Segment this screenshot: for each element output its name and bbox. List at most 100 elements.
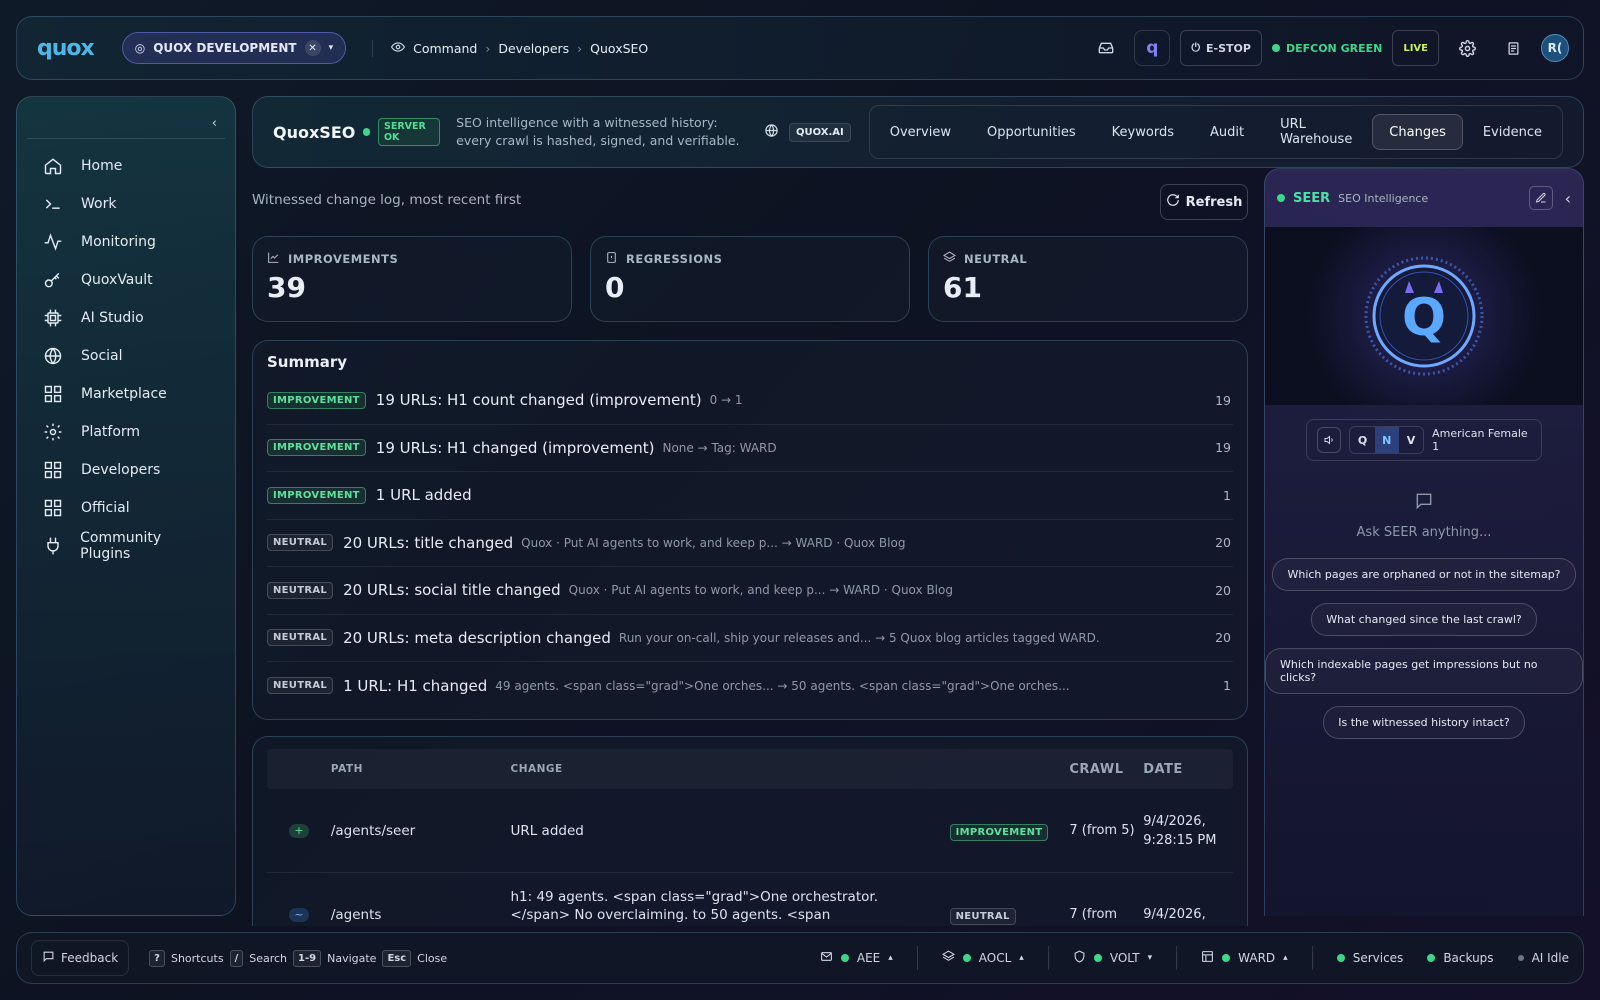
voice-mode-n[interactable]: N (1374, 427, 1399, 453)
tab-audit[interactable]: Audit (1194, 114, 1260, 150)
chevron-down-icon[interactable]: ▾ (329, 43, 334, 53)
change-badge: IMPROVEMENT (267, 439, 366, 457)
service-ward[interactable]: WARD ▴ (1201, 950, 1288, 966)
column-header-crawl[interactable]: CRAWL (1069, 760, 1143, 779)
plugin-icon (41, 534, 64, 558)
tab-url-warehouse[interactable]: URL Warehouse (1264, 114, 1368, 150)
sidebar-item-label: Social (81, 348, 123, 364)
sidebar-item-quoxvault[interactable]: QuoxVault (27, 261, 225, 299)
change-count: 1 (1223, 487, 1231, 503)
chevron-left-icon[interactable]: ‹ (1565, 189, 1571, 208)
column-header-path[interactable]: PATH (331, 763, 511, 775)
app-header: QuoxSEO SERVER OK SEO intelligence with … (252, 96, 1584, 168)
voice-mode-q[interactable]: Q (1350, 427, 1374, 453)
change-title: 1 URL: H1 changed (343, 676, 488, 695)
mail-icon (820, 950, 833, 966)
suggestion-chip[interactable]: Which pages are orphaned or not in the s… (1272, 558, 1576, 591)
list-item[interactable]: IMPROVEMENT 19 URLs: H1 changed (improve… (267, 425, 1233, 472)
tab-evidence[interactable]: Evidence (1467, 114, 1558, 150)
layers-icon (943, 251, 956, 267)
sidebar-collapse-button[interactable]: ‹ (27, 109, 225, 139)
feedback-button[interactable]: Feedback (31, 940, 130, 976)
alert-icon (605, 251, 618, 267)
cpu-icon (41, 306, 65, 330)
breadcrumb-developers[interactable]: Developers (498, 41, 569, 56)
sidebar-item-social[interactable]: Social (27, 337, 225, 375)
avatar[interactable]: R( (1541, 34, 1569, 62)
suggestion-chip[interactable]: Which indexable pages get impressions bu… (1265, 648, 1583, 694)
suggestion-chip[interactable]: Is the witnessed history intact? (1323, 706, 1525, 739)
voice-mode-v[interactable]: V (1399, 427, 1423, 453)
tab-overview[interactable]: Overview (874, 114, 967, 150)
list-item[interactable]: IMPROVEMENT 1 URL added 1 (267, 472, 1233, 520)
sidebar-item-marketplace[interactable]: Marketplace (27, 375, 225, 413)
defcon-status[interactable]: DEFCON GREEN (1271, 42, 1382, 55)
tab-changes[interactable]: Changes (1372, 114, 1463, 150)
sidebar-item-monitoring[interactable]: Monitoring (27, 223, 225, 261)
status-bar: Feedback ? Shortcuts / Search 1-9 Naviga… (16, 932, 1584, 984)
refresh-button[interactable]: Refresh (1160, 184, 1248, 220)
column-header-change[interactable]: CHANGE (510, 760, 949, 778)
table-row[interactable]: ~ /agents h1: 49 agents. <span class="gr… (267, 873, 1233, 926)
column-header-date[interactable]: DATE (1143, 760, 1233, 779)
service-volt[interactable]: VOLT ▾ (1073, 950, 1152, 966)
close-icon[interactable]: ✕ (304, 40, 321, 56)
service-aocl[interactable]: AOCL ▴ (941, 950, 1024, 966)
refresh-icon (1166, 193, 1180, 211)
sidebar-item-work[interactable]: Work (27, 185, 225, 223)
tab-opportunities[interactable]: Opportunities (971, 114, 1092, 150)
sidebar-item-official[interactable]: Official (27, 489, 225, 527)
breadcrumb-command[interactable]: Command (413, 41, 477, 56)
change-title: 19 URLs: H1 count changed (improvement) (375, 391, 702, 410)
shortcut-label: Shortcuts (170, 951, 224, 965)
row-change: h1: 49 agents. <span class="grad">One or… (510, 888, 878, 927)
sidebar-item-label: Community Plugins (80, 530, 162, 562)
seer-subtitle: SEO Intelligence (1338, 191, 1429, 205)
service-ai-idle[interactable]: AI Idle (1517, 951, 1569, 965)
inbox-icon[interactable] (1088, 30, 1124, 66)
voice-name[interactable]: American Female 1 (1432, 427, 1531, 453)
list-item[interactable]: IMPROVEMENT 19 URLs: H1 count changed (i… (267, 377, 1233, 425)
row-path[interactable]: /agents/seer (331, 823, 511, 839)
sidebar-item-home[interactable]: Home (27, 147, 225, 185)
document-icon[interactable] (1495, 30, 1531, 66)
change-count: 20 (1215, 535, 1231, 551)
ask-prompt[interactable]: Ask SEER anything... (1265, 525, 1583, 540)
chat-bubble-icon (1265, 491, 1583, 515)
suggestion-chip[interactable]: What changed since the last crawl? (1311, 603, 1537, 636)
quox-logo[interactable]: quox (37, 36, 95, 61)
chevron-left-icon[interactable]: ‹ (212, 116, 217, 131)
list-item[interactable]: NEUTRAL 1 URL: H1 changed 49 agents. <sp… (267, 662, 1233, 710)
sidebar-item-ai-studio[interactable]: AI Studio (27, 299, 225, 337)
tab-keywords[interactable]: Keywords (1096, 114, 1190, 150)
service-backups[interactable]: Backups (1427, 951, 1494, 965)
gear-icon[interactable] (1449, 30, 1485, 66)
sidebar-item-platform[interactable]: Platform (27, 413, 225, 451)
list-item[interactable]: NEUTRAL 20 URLs: social title changed Qu… (267, 567, 1233, 615)
list-item[interactable]: NEUTRAL 20 URLs: meta description change… (267, 615, 1233, 662)
sidebar-item-developers[interactable]: Developers (27, 451, 225, 489)
status-dot (1093, 954, 1102, 962)
row-crawl: 7 (from 5) (1069, 823, 1135, 838)
environment-selector[interactable]: ◎ QUOX DEVELOPMENT ✕ ▾ (121, 32, 347, 64)
breadcrumb-quoxseo[interactable]: QuoxSEO (590, 41, 648, 56)
voice-mode-toggle: Q N V (1349, 426, 1425, 454)
sidebar-item-community-plugins[interactable]: Community Plugins (27, 527, 225, 565)
domain-link[interactable]: QUOX.AI (764, 122, 851, 142)
table-row[interactable]: + /agents/seer URL added IMPROVEMENT 7 (… (267, 789, 1233, 873)
sidebar-item-label: Official (81, 500, 130, 516)
estop-button[interactable]: ⏻ E-STOP (1180, 30, 1262, 66)
service-services[interactable]: Services (1336, 951, 1403, 965)
speaker-icon[interactable] (1317, 427, 1342, 453)
row-change: URL added (510, 822, 584, 839)
row-path[interactable]: /agents (331, 907, 511, 923)
list-item[interactable]: NEUTRAL 20 URLs: title changed Quox · Pu… (267, 520, 1233, 567)
q-app-icon[interactable]: q (1134, 30, 1171, 66)
service-aee[interactable]: AEE ▴ (820, 950, 893, 966)
edit-icon[interactable] (1528, 186, 1553, 210)
live-badge[interactable]: LIVE (1392, 30, 1439, 66)
sidebar-item-label: Monitoring (81, 234, 156, 250)
change-badge: NEUTRAL (267, 677, 334, 695)
change-badge: NEUTRAL (949, 907, 1016, 925)
row-crawl: 7 (from (1069, 907, 1118, 922)
